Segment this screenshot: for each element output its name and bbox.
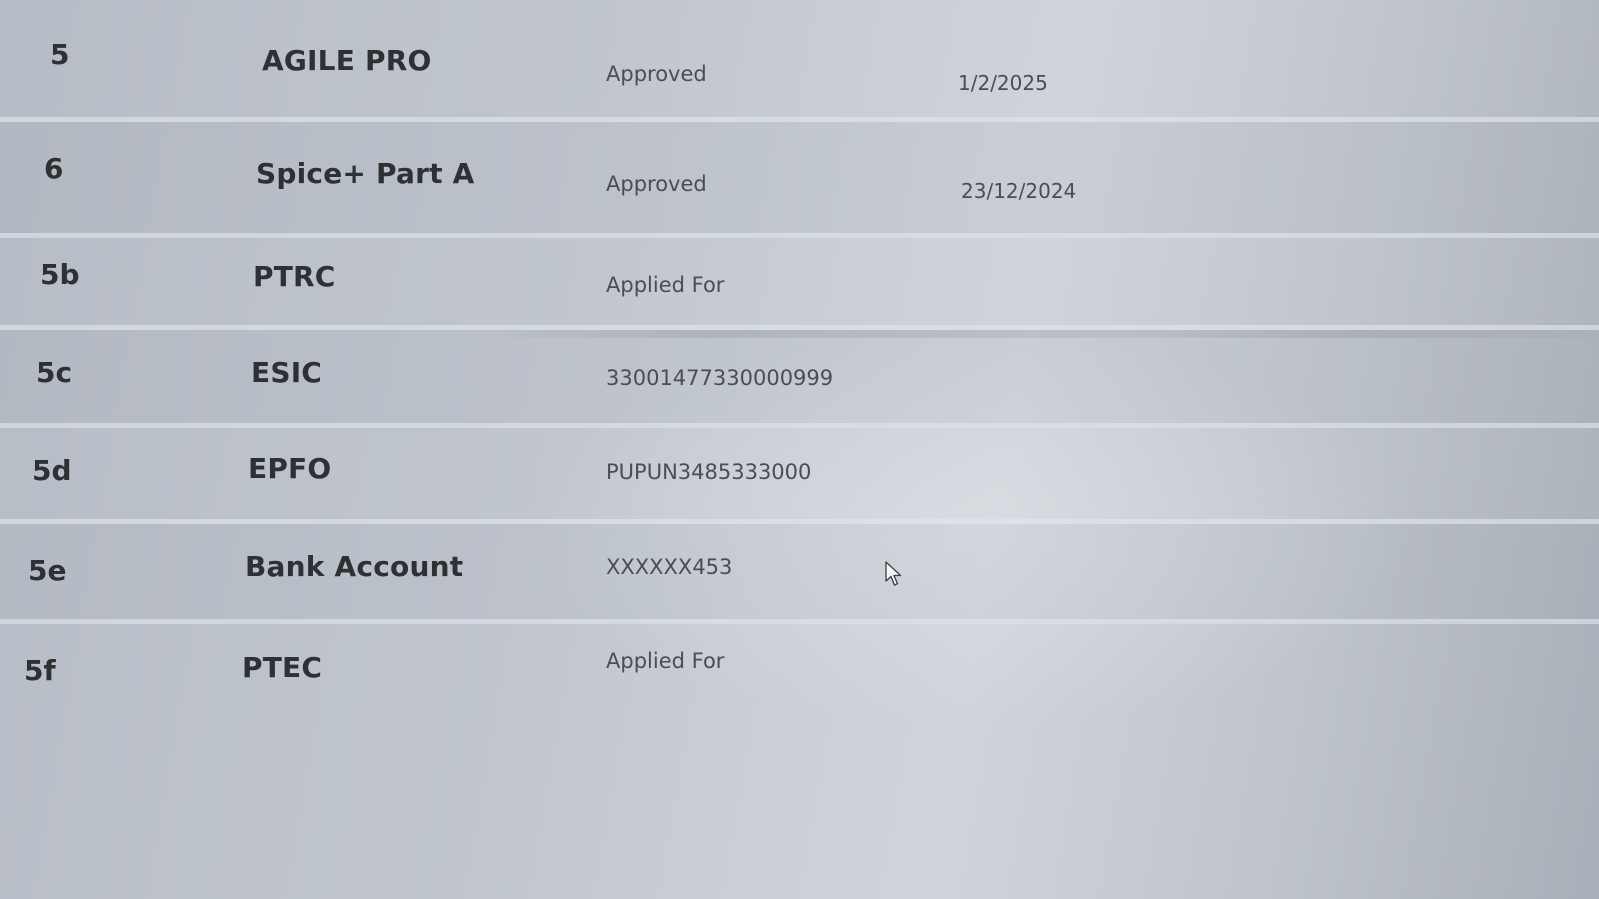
table-row: 5f PTEC Applied For xyxy=(0,624,1599,724)
registration-name: Bank Account xyxy=(245,550,464,583)
registration-name: EPFO xyxy=(248,452,332,485)
table-row: 5 AGILE PRO Approved 1/2/2025 xyxy=(0,0,1599,122)
table-row: 5e Bank Account XXXXXX453 xyxy=(0,524,1599,624)
registration-status: XXXXXX453 xyxy=(606,555,733,579)
row-number: 6 xyxy=(44,152,64,185)
row-number: 5d xyxy=(32,454,72,487)
row-number: 5e xyxy=(28,554,67,587)
table-row: 5b PTRC Applied For xyxy=(0,238,1599,330)
registration-name: Spice+ Part A xyxy=(256,157,475,190)
registration-status: Applied For xyxy=(606,649,725,673)
registration-name: PTRC xyxy=(253,260,336,293)
mouse-pointer-icon xyxy=(885,561,902,586)
row-number: 5b xyxy=(40,258,80,291)
table-row: 5c ESIC 33001477330000999 xyxy=(0,330,1599,428)
registration-name: ESIC xyxy=(251,356,323,389)
registration-status: Approved xyxy=(606,172,707,196)
registration-date: 1/2/2025 xyxy=(958,71,1048,95)
table-row: 5d EPFO PUPUN3485333000 xyxy=(0,428,1599,524)
row-number: 5f xyxy=(24,654,56,687)
table-row: 6 Spice+ Part A Approved 23/12/2024 xyxy=(0,122,1599,238)
registration-name: PTEC xyxy=(242,651,323,684)
registration-status: Approved xyxy=(606,62,707,86)
registration-status: PUPUN3485333000 xyxy=(606,460,812,484)
registration-status: 33001477330000999 xyxy=(606,366,834,390)
registration-date: 23/12/2024 xyxy=(961,179,1077,203)
row-number: 5c xyxy=(36,356,73,389)
row-number: 5 xyxy=(50,38,70,71)
registration-status: Applied For xyxy=(606,273,725,297)
registration-name: AGILE PRO xyxy=(262,44,432,77)
